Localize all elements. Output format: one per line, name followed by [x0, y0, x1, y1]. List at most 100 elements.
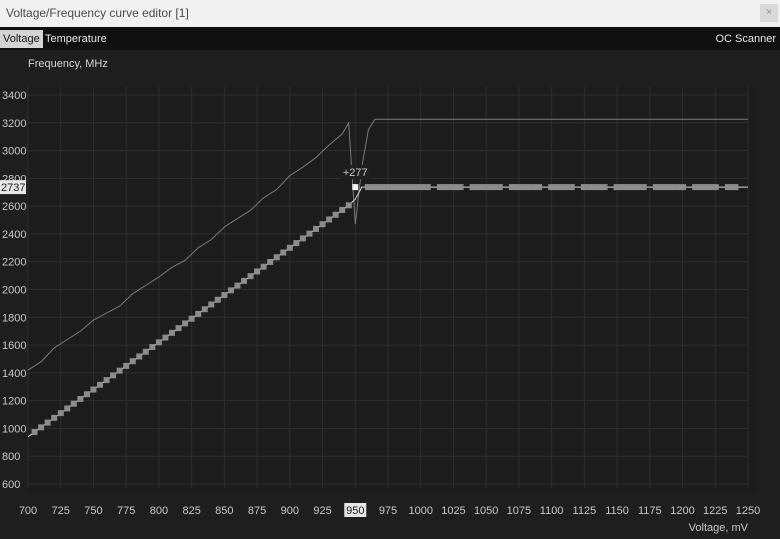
curve-point[interactable]: [508, 184, 516, 191]
curve-point[interactable]: [449, 184, 457, 191]
curve-point[interactable]: [175, 325, 182, 332]
curve-point[interactable]: [489, 184, 497, 191]
curve-point[interactable]: [364, 184, 372, 191]
curve-point[interactable]: [227, 287, 234, 294]
curve-point[interactable]: [626, 184, 634, 191]
curve-point[interactable]: [155, 339, 162, 346]
curve-point[interactable]: [201, 306, 208, 313]
curve-point[interactable]: [391, 184, 399, 191]
curve-point[interactable]: [476, 184, 484, 191]
curve-point[interactable]: [286, 244, 293, 251]
curve-point[interactable]: [234, 282, 241, 289]
curve-point[interactable]: [548, 184, 556, 191]
curve-point[interactable]: [443, 184, 451, 191]
curve-point[interactable]: [57, 410, 64, 417]
curve-point[interactable]: [482, 184, 490, 191]
curve-point[interactable]: [38, 424, 45, 431]
curve-point[interactable]: [724, 184, 732, 191]
curve-point[interactable]: [339, 207, 346, 214]
curve-point[interactable]: [600, 184, 608, 191]
curve-point[interactable]: [397, 184, 405, 191]
curve-point[interactable]: [182, 320, 189, 327]
curve-point[interactable]: [705, 184, 713, 191]
curve-point[interactable]: [221, 292, 228, 299]
oc-scanner-button[interactable]: OC Scanner: [715, 30, 776, 48]
curve-point[interactable]: [149, 344, 156, 351]
curve-point[interactable]: [469, 184, 477, 191]
curve-point[interactable]: [267, 258, 274, 265]
curve-point[interactable]: [613, 184, 621, 191]
curve-point[interactable]: [528, 184, 536, 191]
curve-point[interactable]: [293, 240, 300, 247]
curve-point[interactable]: [535, 184, 543, 191]
curve-point[interactable]: [731, 184, 739, 191]
curve-point[interactable]: [495, 184, 503, 191]
curve-point[interactable]: [593, 184, 601, 191]
curve-point[interactable]: [208, 301, 215, 308]
curve-point[interactable]: [659, 184, 667, 191]
curve-point[interactable]: [195, 310, 202, 317]
tab-temperature[interactable]: Temperature: [42, 30, 110, 48]
curve-point[interactable]: [51, 414, 58, 421]
curve-point[interactable]: [103, 377, 110, 384]
curve-point[interactable]: [162, 334, 169, 341]
curve-point[interactable]: [567, 184, 575, 191]
selected-curve-point[interactable]: [352, 184, 359, 191]
curve-point[interactable]: [639, 184, 647, 191]
curve-point[interactable]: [90, 386, 97, 393]
curve-point[interactable]: [633, 184, 641, 191]
curve-point[interactable]: [77, 395, 84, 402]
curve-point[interactable]: [620, 184, 628, 191]
curve-point[interactable]: [188, 315, 195, 322]
curve-point[interactable]: [123, 362, 130, 369]
curve-point[interactable]: [169, 329, 175, 336]
curve-point[interactable]: [692, 184, 700, 191]
curve-point[interactable]: [83, 391, 90, 398]
curve-point[interactable]: [377, 184, 385, 191]
curve-point[interactable]: [404, 184, 412, 191]
curve-point[interactable]: [515, 184, 523, 191]
curve-point[interactable]: [698, 184, 706, 191]
curve-point[interactable]: [70, 400, 77, 407]
curve-point[interactable]: [679, 184, 687, 191]
curve-point[interactable]: [672, 184, 680, 191]
curve-point[interactable]: [384, 184, 392, 191]
curve-point[interactable]: [273, 254, 280, 261]
curve-point[interactable]: [332, 211, 339, 218]
curve-point[interactable]: [306, 230, 313, 237]
curve-point[interactable]: [110, 372, 117, 379]
curve-point[interactable]: [142, 348, 149, 355]
curve-point[interactable]: [136, 353, 143, 360]
curve-point[interactable]: [299, 235, 306, 242]
tab-voltage[interactable]: Voltage: [0, 30, 43, 48]
curve-point[interactable]: [326, 216, 333, 223]
close-button[interactable]: ×: [760, 4, 778, 22]
curve-point[interactable]: [247, 273, 254, 280]
curve-point[interactable]: [129, 358, 136, 365]
curve-point[interactable]: [97, 381, 103, 388]
curve-point[interactable]: [521, 184, 529, 191]
curve-point[interactable]: [64, 405, 71, 412]
curve-point[interactable]: [214, 296, 221, 303]
curve-point[interactable]: [260, 263, 267, 270]
curve-point[interactable]: [254, 268, 261, 275]
curve-point[interactable]: [319, 221, 326, 228]
curve-point[interactable]: [456, 184, 464, 191]
curve-point[interactable]: [241, 277, 247, 284]
curve-point[interactable]: [652, 184, 660, 191]
curve-point[interactable]: [554, 184, 562, 191]
vf-curve-svg[interactable]: Frequency, MHz 600 800 1000 1200 1400 1600 1800…: [0, 50, 780, 539]
curve-point[interactable]: [665, 184, 673, 191]
vf-curve-chart[interactable]: Frequency, MHz 600 800 1000 1200 1400 1600 1800…: [0, 50, 780, 539]
curve-point[interactable]: [561, 184, 569, 191]
curve-point[interactable]: [580, 184, 588, 191]
curve-point[interactable]: [44, 419, 51, 426]
curve-point[interactable]: [711, 184, 719, 191]
curve-point[interactable]: [410, 184, 418, 191]
curve-point[interactable]: [116, 367, 123, 374]
curve-point[interactable]: [436, 184, 444, 191]
curve-point[interactable]: [345, 202, 352, 209]
curve-point[interactable]: [371, 184, 379, 191]
curve-point[interactable]: [417, 184, 425, 191]
curve-point[interactable]: [31, 429, 38, 436]
